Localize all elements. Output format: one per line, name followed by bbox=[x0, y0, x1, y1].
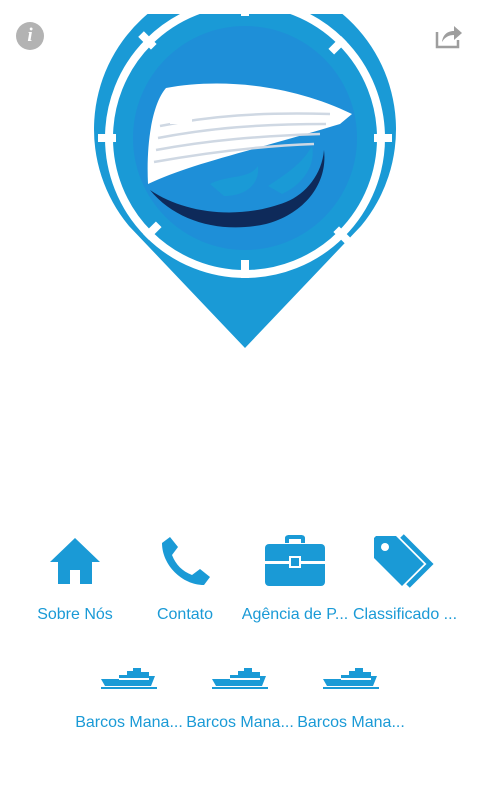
menu-item-barcos-2[interactable]: Barcos Mana... bbox=[185, 655, 296, 732]
menu-item-agencia[interactable]: Agência de P... bbox=[240, 528, 350, 624]
menu-item-classificados[interactable]: Classificado ... bbox=[350, 528, 460, 624]
briefcase-icon bbox=[265, 535, 325, 586]
menu-item-label: Barcos Mana... bbox=[75, 714, 183, 731]
share-button[interactable] bbox=[434, 22, 464, 50]
menu-item-sobre-nos[interactable]: Sobre Nós bbox=[20, 528, 130, 624]
menu-item-contato[interactable]: Contato bbox=[130, 528, 240, 624]
app-title-cropped bbox=[90, 0, 410, 4]
menu-item-label: Barcos Mana... bbox=[297, 714, 405, 731]
info-button[interactable]: i bbox=[16, 22, 44, 50]
menu-row-2: Barcos Mana... Barcos Mana... Barcos Man… bbox=[20, 655, 460, 732]
ship-icon bbox=[323, 668, 379, 689]
phone-icon bbox=[162, 537, 210, 585]
menu-item-label: Agência de P... bbox=[241, 606, 349, 623]
info-icon: i bbox=[27, 25, 33, 46]
menu-item-label: Sobre Nós bbox=[37, 606, 113, 623]
menu-item-barcos-1[interactable]: Barcos Mana... bbox=[74, 655, 185, 732]
menu-item-label: Barcos Mana... bbox=[186, 714, 294, 731]
menu-item-barcos-3[interactable]: Barcos Mana... bbox=[296, 655, 407, 732]
tags-icon bbox=[374, 534, 434, 588]
ship-icon bbox=[101, 668, 157, 689]
home-icon bbox=[50, 538, 100, 584]
app-logo bbox=[90, 0, 400, 359]
menu-item-label: Classificado ... bbox=[352, 606, 458, 623]
menu-item-label: Contato bbox=[156, 606, 214, 623]
ship-icon bbox=[212, 668, 268, 689]
share-icon bbox=[435, 26, 462, 49]
menu-row-1: Sobre Nós Contato Agência de P... Classi… bbox=[20, 528, 460, 624]
